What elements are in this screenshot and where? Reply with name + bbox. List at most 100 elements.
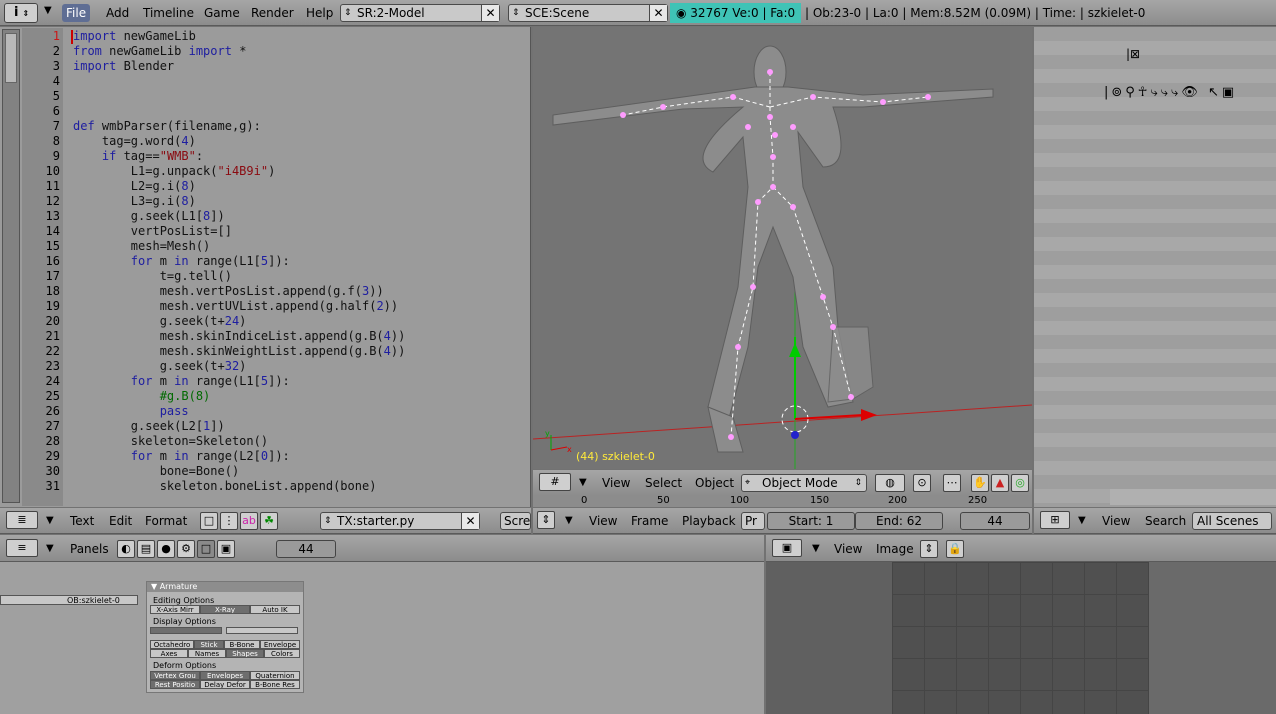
names-button[interactable]: Names — [188, 649, 226, 658]
envelopes-button[interactable]: Envelopes — [200, 671, 250, 680]
menu-image[interactable]: Image — [876, 541, 914, 557]
bbone-rest-button[interactable]: B-Bone Res — [250, 680, 300, 689]
menu-view[interactable]: View — [589, 513, 617, 529]
3d-viewport[interactable]: y x (44) szkielet-0 — [533, 27, 1032, 469]
scope-selector[interactable]: All Scenes — [1192, 512, 1272, 530]
script-button[interactable]: Scre — [500, 512, 531, 530]
syntax-highlight-icon[interactable]: ☘ — [260, 512, 278, 530]
close-icon[interactable]: ✕ — [461, 513, 479, 529]
envelope-button[interactable]: Envelope — [260, 640, 300, 649]
menu-game[interactable]: Game — [200, 4, 244, 22]
browse-image-icon[interactable]: ⇕ — [920, 540, 938, 558]
collapse-menu-icon[interactable]: ▼ — [44, 5, 52, 16]
menu-text[interactable]: Text — [70, 513, 94, 529]
snap-icon[interactable]: ⋯ — [943, 474, 961, 492]
collapse-menu-icon[interactable]: ▼ — [812, 543, 820, 554]
fullscreen-icon[interactable]: □ — [200, 512, 218, 530]
image-grid — [892, 562, 1149, 714]
collapse-menu-icon[interactable]: ▼ — [1078, 515, 1086, 526]
code-line: for m in range(L1[5]): — [130, 254, 290, 268]
menu-edit[interactable]: Edit — [109, 513, 132, 529]
image-editor-header: ▣ ▼ View Image ⇕ 🔒 — [766, 535, 1276, 562]
menu-view[interactable]: View — [602, 475, 630, 491]
axes-button[interactable]: Axes — [150, 649, 188, 658]
menu-timeline[interactable]: Timeline — [139, 4, 198, 22]
auto-ik-button[interactable]: Auto IK — [250, 605, 300, 614]
menu-help[interactable]: Help — [302, 4, 337, 22]
menu-select[interactable]: Select — [645, 475, 682, 491]
word-wrap-icon[interactable]: ab — [240, 512, 258, 530]
line-number: 19 — [45, 299, 60, 313]
start-frame-field[interactable]: Start: 1 — [767, 512, 855, 530]
text-editor-type-icon[interactable]: ≣ — [6, 511, 38, 529]
pivot-icon[interactable]: ⊙ — [913, 474, 931, 492]
x-axis-mirror-button[interactable]: X-Axis Mirr — [150, 605, 200, 614]
timeline-type-icon[interactable]: ⇕ — [537, 511, 555, 529]
layer-buttons-1[interactable] — [150, 627, 222, 634]
editing-icon[interactable]: □ — [197, 540, 215, 558]
menu-add[interactable]: Add — [102, 4, 133, 22]
text-scrollbar[interactable] — [2, 29, 20, 503]
image-editor-type-icon[interactable]: ▣ — [772, 539, 802, 557]
screen-selector[interactable]: ⇕ SR:2-Model ✕ — [340, 4, 500, 22]
menu-format[interactable]: Format — [145, 513, 187, 529]
stick-button[interactable]: Stick — [194, 640, 224, 649]
collapse-menu-icon[interactable]: ▼ — [579, 477, 587, 488]
menu-file[interactable]: File — [62, 4, 91, 22]
outliner-scrollbar[interactable] — [1110, 489, 1276, 505]
bbone-button[interactable]: B-Bone — [224, 640, 260, 649]
preview-range-button[interactable]: Pr — [741, 512, 765, 530]
panels-label[interactable]: Panels — [70, 541, 109, 557]
delay-deform-button[interactable]: Delay Defor — [200, 680, 250, 689]
collapse-menu-icon[interactable]: ▼ — [46, 543, 54, 554]
rotate-icon[interactable]: ◎ — [1011, 474, 1029, 492]
lock-icon[interactable]: 🔒 — [946, 540, 964, 558]
layer-buttons-2[interactable] — [226, 627, 298, 634]
logic-icon[interactable]: ◐ — [117, 540, 135, 558]
menu-view[interactable]: View — [1102, 513, 1130, 529]
draw-type-icon[interactable]: ◍ — [875, 474, 905, 492]
current-frame-field[interactable]: 44 — [960, 512, 1030, 530]
close-icon[interactable]: ✕ — [481, 5, 499, 21]
timeline-ruler[interactable]: 0 50 100 150 200 250 — [533, 495, 1032, 507]
vertex-groups-button[interactable]: Vertex Grou — [150, 671, 200, 680]
shading-icon[interactable]: ● — [157, 540, 175, 558]
collapse-menu-icon[interactable]: ▼ — [46, 515, 54, 526]
filter-icon[interactable]: |⊠ — [1126, 47, 1140, 61]
menu-frame[interactable]: Frame — [631, 513, 668, 529]
colors-button[interactable]: Colors — [264, 649, 300, 658]
menu-playback[interactable]: Playback — [682, 513, 736, 529]
line-numbers-icon[interactable]: ⋮ — [220, 512, 238, 530]
buttons-window-type-icon[interactable]: ≡ — [6, 539, 38, 557]
collapse-menu-icon[interactable]: ▼ — [565, 515, 573, 526]
text-file-selector[interactable]: ⇕ TX:starter.py ✕ — [320, 512, 480, 530]
armature-panel: ▼ Armature Editing Options X-Axis Mirr X… — [146, 581, 304, 693]
octahedron-button[interactable]: Octahedro — [150, 640, 194, 649]
hand-manipulator-icon[interactable]: ✋ — [971, 474, 989, 492]
menu-render[interactable]: Render — [247, 4, 298, 22]
close-icon[interactable]: ✕ — [649, 5, 667, 21]
buttons-frame-field[interactable]: 44 — [276, 540, 336, 558]
mode-selector[interactable]: ⌖ Object Mode ⇕ — [741, 474, 867, 492]
scene-icon[interactable]: ▣ — [217, 540, 235, 558]
menu-view[interactable]: View — [834, 541, 862, 557]
rest-position-button[interactable]: Rest Positio — [150, 680, 200, 689]
menu-search[interactable]: Search — [1145, 513, 1186, 529]
x-ray-button[interactable]: X-Ray — [200, 605, 250, 614]
quaternion-button[interactable]: Quaternion — [250, 671, 300, 680]
translate-icon[interactable]: ▲ — [991, 474, 1009, 492]
grid-icon[interactable]: # — [539, 473, 571, 491]
buttons-window[interactable]: OB:szkielet-0 ▼ Armature Editing Options… — [0, 562, 764, 714]
scene-selector[interactable]: ⇕ SCE:Scene ✕ — [508, 4, 668, 22]
script-icon[interactable]: ▤ — [137, 540, 155, 558]
outliner-panel[interactable]: |⊠ |⊚⚲☥⤷⤷⤷👁 ↖▣ — [1034, 27, 1276, 507]
scrollbar-thumb[interactable] — [5, 33, 17, 83]
shapes-button[interactable]: Shapes — [226, 649, 264, 658]
object-icon[interactable]: ⚙ — [177, 540, 195, 558]
end-frame-field[interactable]: End: 62 — [855, 512, 943, 530]
menu-object[interactable]: Object — [695, 475, 734, 491]
info-icon[interactable]: i ⇕ — [4, 3, 38, 23]
restrict-toggle-icons[interactable]: |⊚⚲☥⤷⤷⤷👁 ↖▣ — [1104, 85, 1237, 100]
ob-name-field[interactable]: OB:szkielet-0 — [0, 595, 138, 605]
outliner-type-icon[interactable]: ⊞ — [1040, 511, 1070, 529]
